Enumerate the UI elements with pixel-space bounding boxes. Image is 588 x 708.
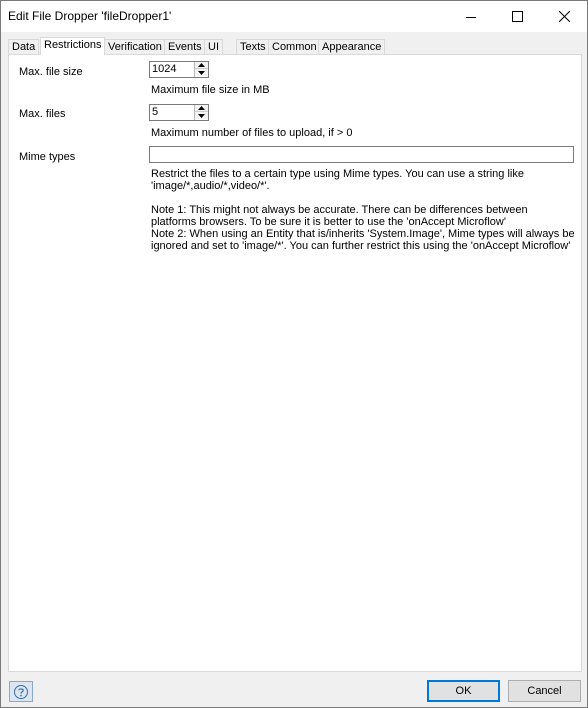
- spin-down-button[interactable]: [195, 69, 208, 76]
- mime-types-input[interactable]: [149, 146, 574, 163]
- mime-help-line: Restrict the files to a certain type usi…: [151, 168, 524, 180]
- tab-verification[interactable]: Verification: [104, 39, 166, 54]
- tab-data[interactable]: Data: [8, 39, 40, 54]
- minimize-icon: [466, 16, 476, 18]
- mime-help-spacer: [151, 192, 576, 204]
- tab-restrictions[interactable]: Restrictions: [40, 37, 106, 55]
- mime-help-line: Note 2: When using an Entity that is/inh…: [151, 228, 575, 240]
- minimize-button[interactable]: [448, 1, 494, 32]
- mime-help-line: Note 1: This might not always be accurat…: [151, 204, 528, 216]
- caret-up-icon: [198, 106, 205, 110]
- dialog-window: Edit File Dropper 'fileDropper1' Data Re…: [0, 0, 588, 708]
- spin-up-button[interactable]: [195, 62, 208, 69]
- max-files-stepper[interactable]: 5: [149, 104, 209, 121]
- title-bar[interactable]: Edit File Dropper 'fileDropper1': [1, 1, 587, 32]
- tab-appearance[interactable]: Appearance: [318, 39, 386, 54]
- restrictions-panel: Max. file size 1024 Maximum file size in…: [8, 54, 582, 672]
- max-files-value[interactable]: 5: [152, 106, 158, 119]
- mime-help-line: 'image/*,audio/*,video/*'.: [151, 180, 270, 192]
- max-file-size-hint: Maximum file size in MB: [151, 84, 270, 96]
- maximize-icon: [511, 11, 523, 22]
- tab-strip: Data Restrictions Verification Events UI…: [8, 37, 582, 55]
- max-file-size-stepper[interactable]: 1024: [149, 61, 209, 78]
- mime-help-line: platforms browsers. To be sure it is bet…: [151, 216, 506, 228]
- max-file-size-spin-buttons: [194, 62, 208, 77]
- spin-up-button[interactable]: [195, 105, 208, 112]
- question-circle-icon: [14, 684, 28, 699]
- max-file-size-label: Max. file size: [19, 66, 83, 78]
- max-files-spin-buttons: [194, 105, 208, 120]
- help-button[interactable]: [9, 681, 33, 702]
- window-title: Edit File Dropper 'fileDropper1': [8, 9, 172, 23]
- maximize-button[interactable]: [494, 1, 540, 32]
- cancel-button[interactable]: Cancel: [508, 680, 581, 702]
- caret-down-icon: [198, 113, 205, 118]
- max-file-size-value[interactable]: 1024: [152, 63, 176, 76]
- close-button[interactable]: [541, 1, 587, 32]
- mime-help-line: ignored and set to 'image/*'. You can fu…: [151, 240, 571, 252]
- max-files-hint: Maximum number of files to upload, if > …: [151, 127, 353, 139]
- tab-events[interactable]: Events: [164, 39, 206, 54]
- mime-types-label: Mime types: [19, 151, 76, 163]
- tab-texts[interactable]: Texts: [236, 39, 270, 54]
- spin-down-button[interactable]: [195, 112, 208, 119]
- caret-down-icon: [198, 70, 205, 75]
- mime-types-help: Restrict the files to a certain type usi…: [151, 168, 576, 252]
- tab-common[interactable]: Common: [268, 39, 321, 54]
- ok-button[interactable]: OK: [427, 680, 500, 702]
- caret-up-icon: [198, 63, 205, 67]
- close-icon: [558, 11, 570, 22]
- tab-ui[interactable]: UI: [204, 39, 223, 54]
- max-files-label: Max. files: [19, 108, 66, 120]
